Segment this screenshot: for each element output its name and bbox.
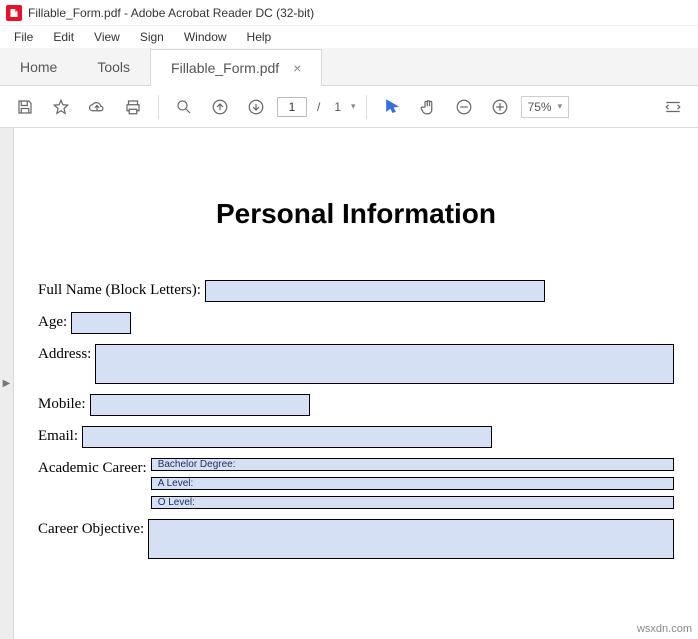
- academic-label: Academic Career:: [38, 458, 147, 477]
- age-label: Age:: [38, 312, 67, 331]
- print-icon[interactable]: [118, 92, 148, 122]
- full-name-label: Full Name (Block Letters):: [38, 280, 201, 299]
- email-label: Email:: [38, 426, 78, 445]
- mobile-label: Mobile:: [38, 394, 86, 413]
- menu-sign[interactable]: Sign: [130, 28, 174, 46]
- address-field[interactable]: [95, 344, 674, 384]
- tabbar: Home Tools Fillable_Form.pdf ×: [0, 48, 698, 86]
- tab-home[interactable]: Home: [0, 48, 77, 85]
- academic-field-2[interactable]: A Level:: [151, 477, 674, 490]
- menu-help[interactable]: Help: [237, 28, 282, 46]
- titlebar: Fillable_Form.pdf - Adobe Acrobat Reader…: [0, 0, 698, 26]
- menu-edit[interactable]: Edit: [43, 28, 84, 46]
- hand-tool-icon[interactable]: [413, 92, 443, 122]
- tab-document[interactable]: Fillable_Form.pdf ×: [151, 49, 322, 86]
- objective-label: Career Objective:: [38, 519, 144, 538]
- pdf-page: Personal Information Full Name (Block Le…: [14, 128, 698, 639]
- page-dropdown-icon[interactable]: ▾: [351, 101, 356, 112]
- star-icon[interactable]: [46, 92, 76, 122]
- page-separator: /: [313, 100, 324, 114]
- watermark: wsxdn.com: [637, 623, 692, 635]
- menubar: File Edit View Sign Window Help: [0, 26, 698, 48]
- academic-field-1-text: Bachelor Degree:: [158, 459, 236, 470]
- page-total: 1: [330, 100, 345, 114]
- toolbar-divider: [158, 95, 159, 119]
- academic-field-3[interactable]: O Level:: [151, 496, 674, 509]
- address-label: Address:: [38, 344, 91, 363]
- nav-pane-collapsed[interactable]: ▶: [0, 128, 14, 639]
- chevron-down-icon: ▾: [558, 101, 563, 112]
- expand-nav-icon[interactable]: ▶: [3, 378, 11, 389]
- tab-tools[interactable]: Tools: [77, 48, 150, 85]
- window-title: Fillable_Form.pdf - Adobe Acrobat Reader…: [28, 6, 314, 20]
- fit-width-icon[interactable]: [658, 92, 688, 122]
- find-icon[interactable]: [169, 92, 199, 122]
- page-up-icon[interactable]: [205, 92, 235, 122]
- cloud-upload-icon[interactable]: [82, 92, 112, 122]
- page-number-input[interactable]: 1: [277, 97, 307, 117]
- zoom-out-icon[interactable]: [449, 92, 479, 122]
- email-field[interactable]: [82, 426, 492, 448]
- menu-window[interactable]: Window: [174, 28, 237, 46]
- academic-field-1[interactable]: Bachelor Degree:: [151, 458, 674, 471]
- full-name-field[interactable]: [205, 280, 545, 302]
- zoom-value: 75%: [528, 100, 552, 114]
- document-viewport[interactable]: Personal Information Full Name (Block Le…: [14, 128, 698, 639]
- zoom-in-icon[interactable]: [485, 92, 515, 122]
- academic-field-2-text: A Level:: [158, 478, 194, 489]
- form-heading: Personal Information: [38, 198, 674, 230]
- selection-tool-icon[interactable]: [377, 92, 407, 122]
- tab-home-label: Home: [20, 59, 57, 75]
- menu-view[interactable]: View: [84, 28, 130, 46]
- workarea: ▶ Personal Information Full Name (Block …: [0, 128, 698, 639]
- menu-file[interactable]: File: [4, 28, 43, 46]
- toolbar: 1 / 1 ▾ 75% ▾: [0, 86, 698, 128]
- close-tab-icon[interactable]: ×: [293, 60, 301, 76]
- toolbar-divider: [366, 95, 367, 119]
- mobile-field[interactable]: [90, 394, 310, 416]
- tab-tools-label: Tools: [97, 59, 130, 75]
- page-down-icon[interactable]: [241, 92, 271, 122]
- tab-document-label: Fillable_Form.pdf: [171, 60, 279, 76]
- objective-field[interactable]: [148, 519, 674, 559]
- save-icon[interactable]: [10, 92, 40, 122]
- academic-field-3-text: O Level:: [158, 497, 195, 508]
- app-logo-icon: [6, 5, 22, 21]
- age-field[interactable]: [71, 312, 131, 334]
- zoom-select[interactable]: 75% ▾: [521, 96, 570, 118]
